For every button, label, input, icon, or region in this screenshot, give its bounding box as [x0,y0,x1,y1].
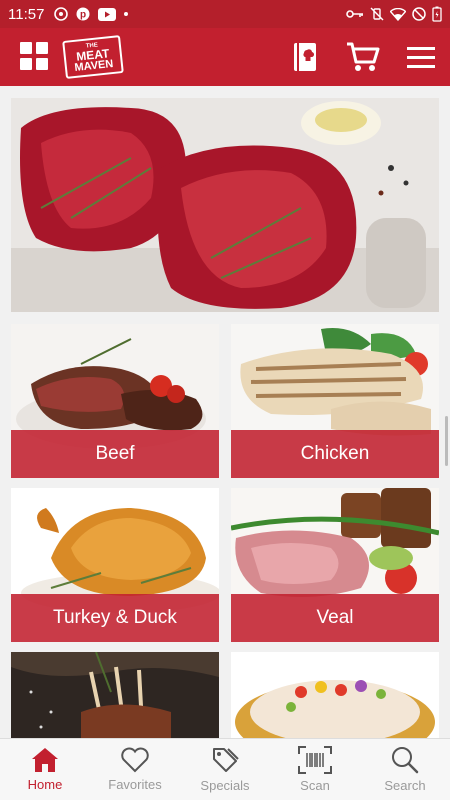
notification-icons: p [54,7,129,21]
notification-app-icon [54,7,69,21]
more-notifications-dot [124,12,129,16]
category-tile-lamb[interactable] [11,652,219,738]
category-label: Turkey & Duck [11,594,219,642]
grid-icon-cell [20,58,32,70]
category-tile-veal[interactable]: Veal [231,488,439,642]
nav-scan-label: Scan [300,778,330,793]
status-time: 11:57 [8,5,45,23]
nav-search[interactable]: Search [360,739,450,800]
scroll-indicator [445,416,448,466]
youtube-icon [98,7,117,21]
dnd-icon [412,7,426,21]
logo-maven-text: MAVEN [73,57,114,74]
category-label: Veal [231,594,439,642]
lamb-rack-image [11,652,219,738]
grid-icon-cell [36,42,48,54]
pinterest-icon: p [76,7,90,21]
key-icon [346,10,363,18]
nav-home-label: Home [27,777,63,792]
battery-icon [432,6,442,22]
nav-home[interactable]: Home [0,739,90,800]
nav-favorites[interactable]: Favorites [90,739,180,800]
system-icons [346,6,442,22]
category-tile-turkey-duck[interactable]: Turkey & Duck [11,488,219,642]
svg-text:p: p [80,10,86,21]
cart-button[interactable] [346,40,380,74]
recipe-book-icon [294,43,316,71]
bottom-navigation: Home Favorites Specials Scan Search [0,738,450,800]
category-label: Chicken [231,430,439,478]
nav-favorites-label: Favorites [108,777,162,792]
status-bar: 11:57 p [0,0,450,28]
category-tile-poultry[interactable] [231,652,439,738]
recipe-book-button[interactable] [288,40,322,74]
home-icon [32,748,58,772]
hamburger-menu-icon [407,47,435,68]
hero-banner[interactable] [11,98,439,312]
wifi-icon [390,7,406,21]
grid-icon-cell [36,58,48,70]
category-tile-beef[interactable]: Beef [11,324,219,478]
nav-search-label: Search [384,778,426,793]
menu-button[interactable] [404,40,438,74]
home-content: Beef Chicken Turkey & Duck Veal [0,86,450,738]
nav-specials[interactable]: Specials [180,739,270,800]
stuffed-poultry-image [231,652,439,738]
ribeye-steaks-image [11,98,439,312]
grid-icon-cell [20,42,32,54]
barcode-scan-icon [298,746,332,774]
categories-grid-button[interactable] [20,42,50,72]
nav-specials-label: Specials [200,778,250,793]
category-label: Beef [11,430,219,478]
app-header: THE MEAT MAVEN [0,28,450,86]
search-icon [392,747,419,774]
meat-maven-logo: THE MEAT MAVEN [62,35,124,79]
vibrate-mute-icon [370,7,384,21]
header-actions [288,40,438,74]
shopping-cart-icon [347,42,380,71]
category-tile-chicken[interactable]: Chicken [231,324,439,478]
nav-scan[interactable]: Scan [270,739,360,800]
heart-icon [121,747,149,773]
tags-icon [213,748,239,772]
